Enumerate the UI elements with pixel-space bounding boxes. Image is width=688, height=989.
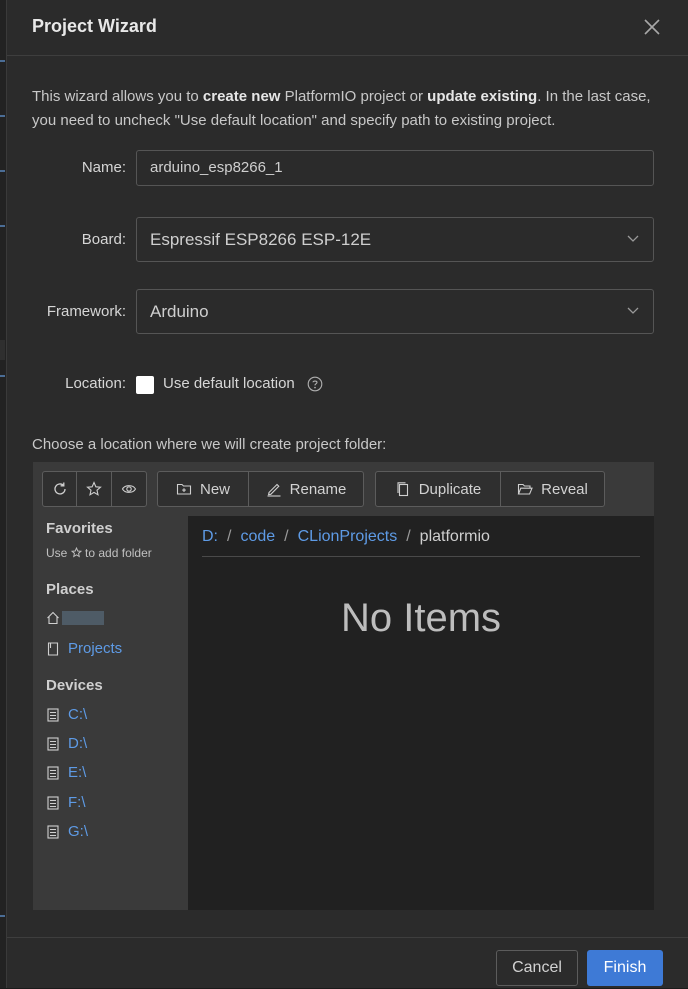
framework-select[interactable]: Arduino: [136, 289, 654, 334]
redacted-username: [62, 611, 104, 625]
background-mark: [0, 915, 5, 917]
location-label: Location:: [65, 375, 126, 392]
reveal-button[interactable]: Reveal: [501, 472, 604, 506]
breadcrumb-separator: /: [227, 528, 232, 545]
board-select[interactable]: Espressif ESP8266 ESP-12E: [136, 217, 654, 262]
dialog-footer: Cancel Finish: [7, 937, 688, 989]
copy-icon: [397, 482, 408, 497]
project-wizard-dialog: Project Wizard This wizard allows you to…: [6, 0, 688, 988]
reveal-label: Reveal: [541, 480, 588, 498]
breadcrumb-item[interactable]: code: [240, 528, 275, 546]
use-default-location-label[interactable]: Use default location: [163, 375, 295, 392]
background-mark: [0, 340, 5, 360]
sidebar-item-drive-e[interactable]: E:\: [46, 764, 86, 781]
star-icon: [70, 546, 82, 558]
background-mark: [0, 170, 5, 172]
chevron-down-icon: [627, 235, 639, 242]
sidebar-item-drive-g[interactable]: G:\: [46, 823, 88, 840]
browser-sidebar: Favorites Use to add folder Places Proje…: [33, 516, 188, 910]
star-icon: [86, 481, 102, 496]
close-icon: [644, 19, 660, 35]
chevron-down-icon: [627, 307, 639, 314]
dialog-header: Project Wizard: [7, 0, 688, 56]
bookmark-icon: [47, 641, 59, 656]
sidebar-item-drive-d[interactable]: D:\: [46, 735, 87, 752]
close-button[interactable]: [641, 16, 663, 38]
duplicate-button[interactable]: Duplicate: [376, 472, 501, 506]
background-mark: [0, 60, 5, 62]
sidebar-item-drive-f[interactable]: F:\: [46, 794, 86, 811]
drive-icon: [47, 765, 59, 780]
breadcrumb-separator: /: [406, 528, 411, 545]
breadcrumb-separator: /: [284, 528, 289, 545]
new-label: New: [199, 480, 230, 498]
breadcrumb: D: / code / CLionProjects / platformio: [202, 528, 640, 557]
use-default-location-checkbox[interactable]: [136, 376, 154, 394]
drive-icon: [47, 707, 59, 722]
rename-button[interactable]: Rename: [249, 472, 363, 506]
intro-text: This wizard allows you to create new Pla…: [32, 88, 651, 129]
sidebar-item-projects[interactable]: Projects: [46, 640, 122, 657]
file-browser: New Rename Duplicate Reveal Favorites Us…: [33, 462, 654, 910]
drive-icon: [47, 736, 59, 751]
home-icon: [47, 611, 59, 625]
favorite-button[interactable]: [77, 472, 112, 506]
pencil-icon: [267, 483, 281, 497]
folder-open-icon: [517, 483, 533, 495]
sidebar-item-drive-c[interactable]: C:\: [46, 706, 87, 723]
board-label: Board:: [81, 231, 126, 248]
duplicate-label: Duplicate: [418, 480, 482, 498]
name-label: Name:: [81, 159, 126, 176]
name-input[interactable]: arduino_esp8266_1: [136, 150, 654, 186]
name-input-value: arduino_esp8266_1: [150, 159, 283, 176]
browser-action-toolbar: Duplicate Reveal: [375, 471, 605, 507]
breadcrumb-item[interactable]: D:: [202, 528, 218, 546]
board-select-value: Espressif ESP8266 ESP-12E: [150, 230, 372, 249]
browser-main-pane: D: / code / CLionProjects / platformio N…: [188, 516, 654, 910]
sidebar-item-home[interactable]: [46, 611, 104, 625]
background-mark: [0, 375, 5, 377]
dialog-title: Project Wizard: [32, 16, 157, 36]
background-mark: [0, 225, 5, 227]
empty-state-text: No Items: [340, 596, 502, 640]
drive-icon: [47, 795, 59, 810]
choose-location-text: Choose a location where we will create p…: [32, 436, 387, 453]
refresh-button[interactable]: [43, 472, 77, 506]
new-folder-button[interactable]: New: [158, 472, 249, 506]
framework-label: Framework:: [46, 303, 126, 320]
favorites-hint: Use to add folder: [46, 546, 152, 560]
cancel-button[interactable]: Cancel: [496, 950, 578, 986]
favorites-title: Favorites: [46, 520, 113, 537]
folder-add-icon: [176, 483, 192, 495]
breadcrumb-current: platformio: [419, 528, 490, 545]
drive-icon: [47, 824, 59, 839]
rename-label: Rename: [289, 480, 347, 498]
eye-icon: [121, 485, 137, 493]
background-mark: [0, 115, 5, 117]
framework-select-value: Arduino: [150, 302, 209, 321]
breadcrumb-item[interactable]: CLionProjects: [298, 528, 398, 546]
toggle-hidden-button[interactable]: [112, 472, 146, 506]
places-title: Places: [46, 581, 94, 598]
browser-view-toolbar: [42, 471, 147, 507]
help-icon[interactable]: [307, 376, 323, 392]
finish-button[interactable]: Finish: [587, 950, 663, 986]
devices-title: Devices: [46, 677, 103, 694]
refresh-icon: [53, 482, 66, 495]
browser-edit-toolbar: New Rename: [157, 471, 364, 507]
